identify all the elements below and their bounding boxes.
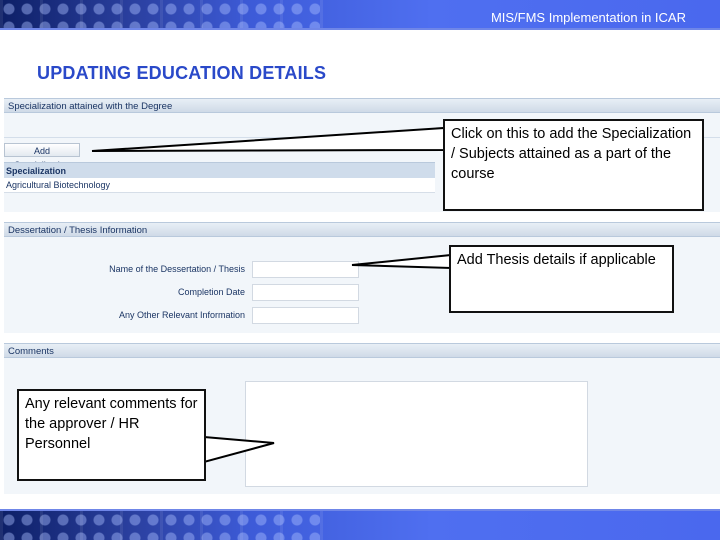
- bottom-banner: [0, 511, 720, 540]
- comments-callout: Any relevant comments for the approver /…: [17, 389, 206, 481]
- thesis-callout: Add Thesis details if applicable: [449, 245, 674, 313]
- add-spec-arrow: [91, 126, 445, 152]
- thesis-arrow: [351, 253, 452, 270]
- comments-arrow: [203, 435, 275, 464]
- add-spec-callout: Click on this to add the Specialization …: [443, 119, 704, 211]
